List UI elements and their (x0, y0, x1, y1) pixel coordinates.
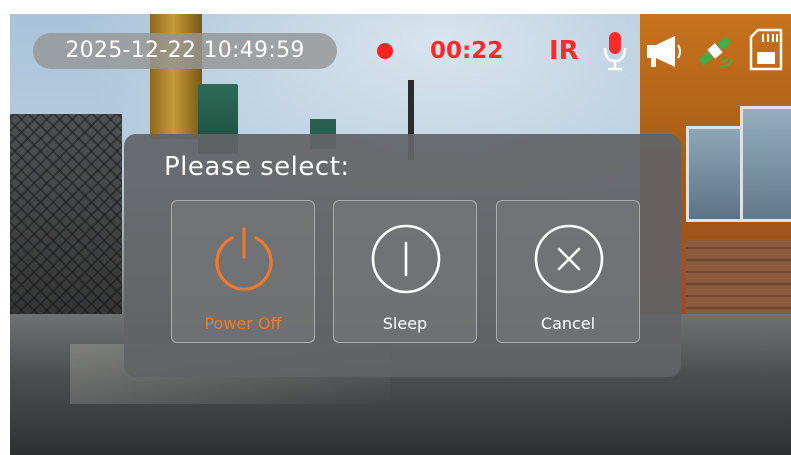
cancel-icon (534, 224, 604, 294)
recording-time: 00:22 (430, 38, 504, 64)
sleep-button[interactable]: Sleep (333, 200, 477, 343)
speaker-icon (647, 36, 681, 67)
power-options-dialog: Please select: Power Off Sleep Cancel (124, 134, 681, 377)
cancel-button[interactable]: Cancel (496, 200, 640, 343)
sd-card-icon (749, 28, 783, 71)
cancel-label: Cancel (540, 314, 596, 333)
power-off-label: Power Off (204, 314, 282, 333)
dialog-title: Please select: (164, 152, 350, 182)
stone-wall (686, 239, 791, 319)
power-icon (215, 227, 273, 291)
recording-dot-icon (377, 43, 393, 59)
datetime-display: 2025-12-22 10:49:59 (33, 33, 337, 69)
sleep-label: Sleep (382, 314, 428, 333)
building-window (686, 126, 744, 222)
ir-indicator: IR (549, 36, 579, 66)
gps-satellite-icon (698, 36, 733, 68)
building-window (740, 106, 791, 222)
power-off-button[interactable]: Power Off (171, 200, 315, 343)
microphone-icon (603, 32, 627, 71)
sleep-icon (371, 224, 441, 294)
